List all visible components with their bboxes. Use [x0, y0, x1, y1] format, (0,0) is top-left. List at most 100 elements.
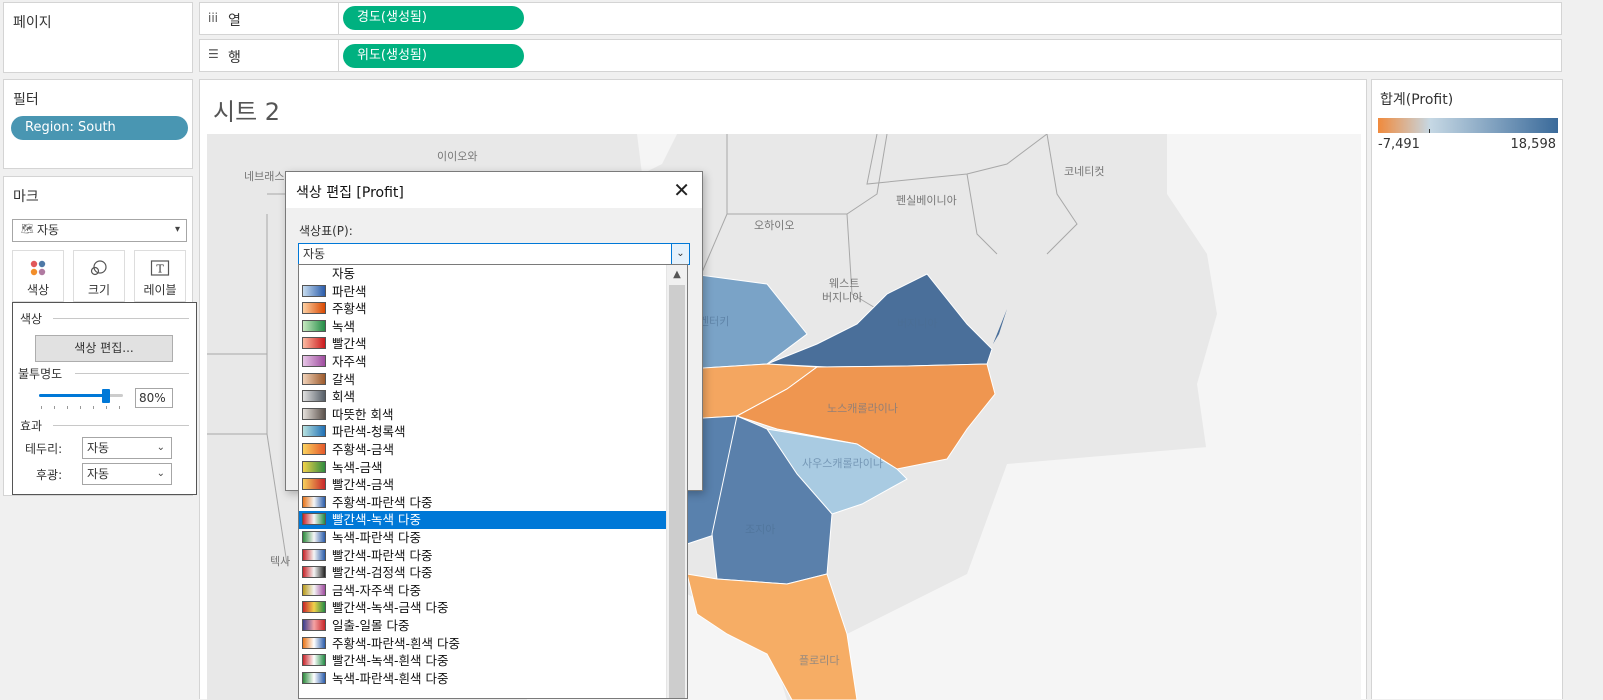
palette-option[interactable]: 파란색: [299, 283, 667, 301]
palette-option-label: 파란색-청록색: [332, 424, 406, 440]
palette-option[interactable]: 빨간색-파란색 다중: [299, 547, 667, 565]
border-select[interactable]: 자동 ⌄: [82, 437, 172, 459]
palette-option-label: 빨간색-녹색-금색 다중: [332, 600, 449, 616]
opacity-slider[interactable]: [39, 389, 123, 403]
halo-label: 후광:: [36, 468, 63, 482]
map-label-pennsylvania: 펜실베이니아: [896, 194, 957, 207]
map-label-connecticut: 코네티컷: [1064, 165, 1104, 178]
palette-option[interactable]: 빨간색-녹색-금색 다중: [299, 599, 667, 617]
palette-swatch: [302, 583, 326, 596]
region-filter-pill[interactable]: Region: South: [11, 116, 188, 140]
color-dots-icon: [13, 257, 63, 279]
palette-option[interactable]: 녹색-파란색 다중: [299, 529, 667, 547]
divider: [53, 425, 189, 426]
map-label-georgia: 조지아: [745, 523, 775, 536]
palette-option[interactable]: 녹색: [299, 318, 667, 336]
mark-type-select[interactable]: 🗺 자동 ▾: [12, 219, 187, 242]
label-button-label: 레이블: [143, 283, 177, 297]
lake-erie: [637, 134, 677, 174]
map-label-nebraska: 네브래스: [244, 170, 284, 183]
palette-swatch: [302, 302, 326, 315]
color-button[interactable]: 색상: [12, 250, 64, 302]
sheet-title: 시트 2: [213, 98, 281, 126]
opacity-slider-handle[interactable]: [102, 389, 111, 403]
palette-swatch: [302, 548, 326, 561]
palette-option[interactable]: 빨간색: [299, 335, 667, 353]
palette-option[interactable]: 자주색: [299, 353, 667, 371]
palette-swatch: [302, 601, 326, 614]
scrollbar-thumb[interactable]: [669, 285, 685, 698]
palette-swatch: [302, 319, 326, 332]
palette-option-label: 빨간색-금색: [332, 477, 395, 493]
color-button-label: 색상: [26, 283, 50, 297]
palette-option[interactable]: 파란색-청록색: [299, 423, 667, 441]
palette-swatch: [302, 284, 326, 297]
rows-pill[interactable]: 위도(생성됨): [343, 44, 524, 68]
marks-title: 마크: [13, 189, 39, 205]
palette-option-label: 빨간색-파란색 다중: [332, 547, 433, 563]
palette-option[interactable]: 빨간색-녹색 다중: [299, 511, 667, 529]
close-icon[interactable]: ✕: [673, 178, 690, 202]
palette-option[interactable]: 빨간색-녹색-흰색 다중: [299, 652, 667, 670]
rows-label: 행: [228, 50, 241, 66]
legend-zero-tick: [1429, 129, 1430, 133]
palette-option[interactable]: 주황색-금색: [299, 441, 667, 459]
palette-option[interactable]: 금색-자주색 다중: [299, 582, 667, 600]
pages-title: 페이지: [13, 15, 52, 31]
palette-select[interactable]: 자동 ⌄: [298, 243, 690, 265]
palette-option[interactable]: 따뜻한 회색: [299, 406, 667, 424]
halo-select[interactable]: 자동 ⌄: [82, 463, 172, 485]
size-button-label: 크기: [87, 283, 111, 297]
palette-swatch: [302, 460, 326, 473]
divider: [53, 318, 189, 319]
chevron-down-icon: ⌄: [156, 468, 165, 479]
dialog-title: 색상 편집 [Profit]: [296, 185, 404, 201]
palette-option[interactable]: 갈색: [299, 371, 667, 389]
columns-label: 열: [228, 13, 241, 29]
palette-option[interactable]: 녹색-파란색-흰색 다중: [299, 670, 667, 688]
label-button[interactable]: T 레이블: [134, 250, 186, 302]
palette-option[interactable]: 일출-일몰 다중: [299, 617, 667, 635]
color-legend[interactable]: 합계(Profit) -7,491 18,598: [1371, 79, 1563, 699]
palette-option[interactable]: 녹색-금색: [299, 459, 667, 477]
legend-max: 18,598: [1510, 137, 1557, 152]
scroll-up-icon[interactable]: ▲: [667, 265, 687, 285]
map-label-west-virginia-2: 버지니아: [822, 291, 862, 304]
edit-color-button[interactable]: 색상 편집...: [35, 335, 173, 362]
list-scrollbar[interactable]: ▲: [666, 265, 687, 698]
state-virginia[interactable]: [766, 273, 993, 368]
palette-swatch: [302, 654, 326, 667]
legend-min: -7,491: [1378, 137, 1420, 152]
map-label-north-carolina: 노스캐롤라이나: [827, 402, 898, 415]
color-section-label: 색상: [20, 312, 43, 326]
rows-icon: ☰: [208, 47, 219, 61]
ocean-north: [1167, 134, 1361, 454]
palette-label: 색상표(P):: [299, 224, 353, 238]
palette-option[interactable]: 주황색: [299, 300, 667, 318]
palette-swatch: [302, 355, 326, 367]
palette-dropdown-list[interactable]: 녹색-파란색-흰색 다중 빨간색-녹색-흰색 다중 주황색-파란색-흰색 다중 일출-…: [298, 264, 688, 699]
halo-select-value: 자동: [87, 467, 110, 481]
map-icon: 🗺: [21, 224, 34, 235]
palette-option[interactable]: 빨간색-금색: [299, 476, 667, 494]
palette-option[interactable]: 회색: [299, 388, 667, 406]
palette-option[interactable]: 주황색-파란색-흰색 다중: [299, 635, 667, 653]
map-label-west-virginia-1: 웨스트: [829, 277, 859, 290]
rows-shelf: ☰ 행 위도(생성됨): [199, 39, 1562, 72]
palette-option[interactable]: 주황색-파란색 다중: [299, 494, 667, 512]
palette-swatch: [302, 337, 326, 350]
palette-option-label: 빨간색-녹색-흰색 다중: [332, 653, 449, 669]
palette-option-label: 빨간색-녹색 다중: [332, 512, 421, 528]
palette-option[interactable]: 빨간색-검정색 다중: [299, 564, 667, 582]
size-button[interactable]: 크기: [73, 250, 125, 302]
palette-option-label: 빨간색-검정색 다중: [332, 565, 433, 581]
opacity-input[interactable]: 80%: [135, 388, 173, 408]
map-label-virginia: 버지니아: [897, 317, 937, 330]
divider: [75, 373, 189, 374]
columns-pill[interactable]: 경도(생성됨): [343, 6, 524, 30]
palette-option[interactable]: 자동: [299, 265, 667, 283]
palette-swatch: [302, 495, 326, 508]
palette-swatch: [302, 513, 326, 526]
opacity-section-label: 불투명도: [18, 367, 63, 381]
map-label-florida: 플로리다: [799, 654, 839, 667]
